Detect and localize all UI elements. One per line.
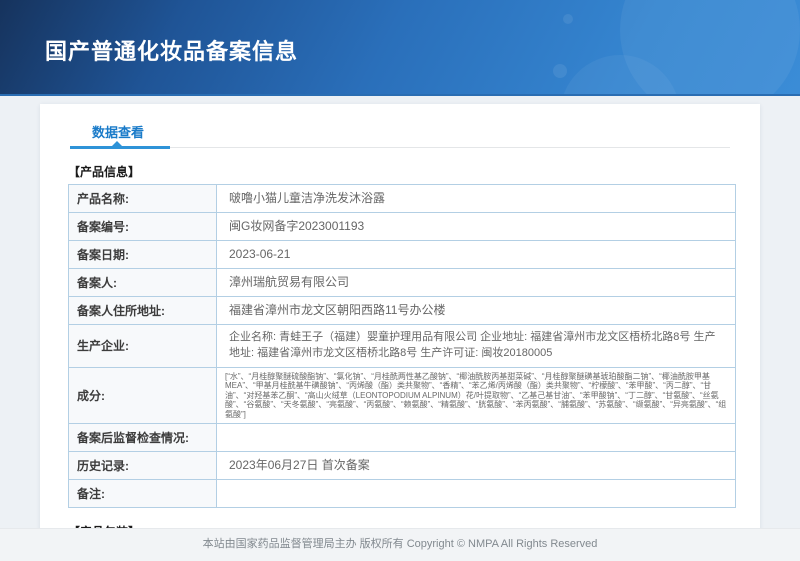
table-row: 备案人住所地址: 福建省漳州市龙文区朝阳西路11号办公楼 [68, 296, 736, 325]
decorative-dot [563, 14, 573, 24]
row-value: 闽G妆网备字2023001193 [216, 212, 736, 241]
row-value: 福建省漳州市龙文区朝阳西路11号办公楼 [216, 296, 736, 325]
copyright-text: 本站由国家药品监督管理局主办 版权所有 Copyright © NMPA All… [202, 538, 598, 550]
decorative-dot [553, 64, 567, 78]
row-label: 产品名称: [68, 184, 217, 213]
product-info-table: 产品名称: 啵噜小猫儿童洁净洗发沐浴露 备案编号: 闽G妆网备字20230011… [68, 184, 736, 509]
page-header: 国产普通化妆品备案信息 [0, 0, 800, 96]
row-label: 备案编号: [68, 212, 217, 241]
table-row: 备案编号: 闽G妆网备字2023001193 [68, 212, 736, 241]
table-row: 历史记录: 2023年06月27日 首次备案 [68, 451, 736, 481]
tab-bar: 数据查看 [70, 120, 730, 149]
row-label: 备案人住所地址: [68, 296, 217, 325]
table-row: 备案人: 漳州瑞航贸易有限公司 [68, 268, 736, 297]
page-footer: 本站由国家药品监督管理局主办 版权所有 Copyright © NMPA All… [0, 528, 800, 561]
table-body: 产品名称: 啵噜小猫儿童洁净洗发沐浴露 备案编号: 闽G妆网备字20230011… [68, 184, 736, 509]
table-row: 产品名称: 啵噜小猫儿童洁净洗发沐浴露 [68, 184, 736, 213]
row-label: 历史记录: [68, 451, 217, 481]
row-value [216, 479, 736, 509]
table-row: 备案后监督检查情况: [68, 423, 736, 453]
row-label: 生产企业: [68, 324, 217, 368]
tab-active-caret [112, 141, 122, 146]
row-value [216, 423, 736, 453]
table-row: 备注: [68, 479, 736, 509]
row-label: 备案人: [68, 268, 217, 297]
row-value: [“水”、“月桂醇聚醚硫酸酯钠”、“氯化钠”、“月桂酰两性基乙酸钠”、“椰油酰胺… [216, 366, 736, 425]
row-value: 企业名称: 青蛙王子（福建）婴童护理用品有限公司 企业地址: 福建省漳州市龙文区… [216, 324, 736, 368]
page-title: 国产普通化妆品备案信息 [45, 39, 299, 64]
row-label: 成分: [68, 366, 217, 425]
tab-data-view[interactable]: 数据查看 [92, 122, 144, 141]
row-label: 备案日期: [68, 240, 217, 269]
tab-active-underline [70, 146, 170, 149]
section-product-info: 【产品信息】 [68, 165, 141, 179]
row-label: 备注: [68, 479, 217, 509]
table-row: 备案日期: 2023-06-21 [68, 240, 736, 269]
table-row: 成分: [“水”、“月桂醇聚醚硫酸酯钠”、“氯化钠”、“月桂酰两性基乙酸钠”、“… [68, 366, 736, 425]
row-value: 2023-06-21 [216, 240, 736, 269]
row-value: 啵噜小猫儿童洁净洗发沐浴露 [216, 184, 736, 213]
row-value: 漳州瑞航贸易有限公司 [216, 268, 736, 297]
row-value: 2023年06月27日 首次备案 [216, 451, 736, 481]
content-card: 数据查看 【产品信息】 产品名称: 啵噜小猫儿童洁净洗发沐浴露 备案编号: 闽G… [40, 104, 760, 561]
table-row: 生产企业: 企业名称: 青蛙王子（福建）婴童护理用品有限公司 企业地址: 福建省… [68, 324, 736, 368]
row-label: 备案后监督检查情况: [68, 423, 217, 453]
